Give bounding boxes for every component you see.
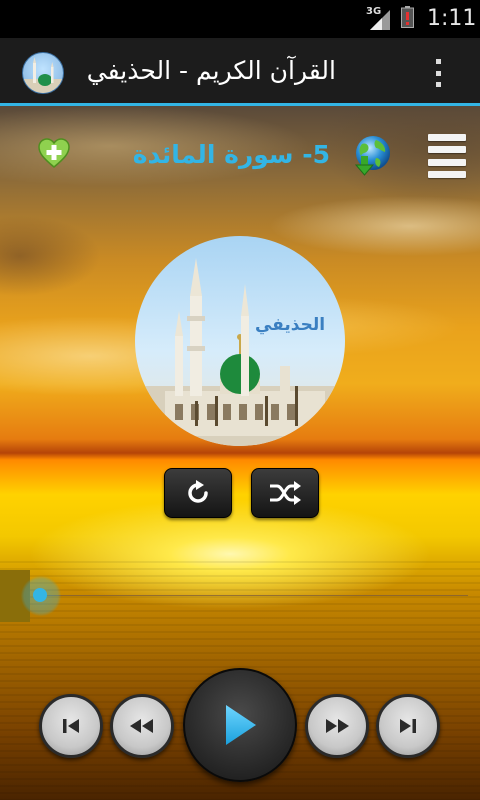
heart-plus-icon[interactable] [37, 136, 71, 170]
play-button[interactable] [183, 668, 297, 782]
seek-thumb[interactable] [21, 576, 61, 616]
play-icon [226, 705, 256, 745]
clock: 1:11 [427, 6, 477, 31]
skip-previous-icon [63, 719, 79, 733]
mosque-icon[interactable] [22, 52, 64, 94]
battery-icon [401, 6, 414, 28]
signal-icon [370, 10, 390, 30]
shuffle-button[interactable] [251, 468, 319, 518]
skip-next-icon [400, 719, 416, 733]
status-bar: 3G 1:11 [0, 0, 480, 38]
overflow-menu-icon[interactable] [428, 56, 448, 90]
surah-title: 5- سورة المائدة [132, 140, 330, 169]
reciter-artwork [135, 236, 345, 446]
action-bar: القرآن الكريم - الحذيفي [0, 38, 480, 106]
globe-download-icon[interactable] [352, 134, 392, 176]
fast-forward-button[interactable] [305, 694, 369, 758]
reciter-name: الحذيفي [254, 315, 326, 335]
repeat-button[interactable] [164, 468, 232, 518]
previous-button[interactable] [39, 694, 103, 758]
fast-forward-icon [326, 719, 349, 733]
next-button[interactable] [376, 694, 440, 758]
playlist-menu-icon[interactable] [428, 134, 466, 178]
rewind-icon [130, 719, 153, 733]
rewind-button[interactable] [110, 694, 174, 758]
repeat-icon [188, 480, 208, 503]
seek-bar[interactable] [38, 595, 468, 596]
shuffle-icon [270, 481, 301, 505]
app-title: القرآن الكريم - الحذيفي [86, 56, 336, 85]
